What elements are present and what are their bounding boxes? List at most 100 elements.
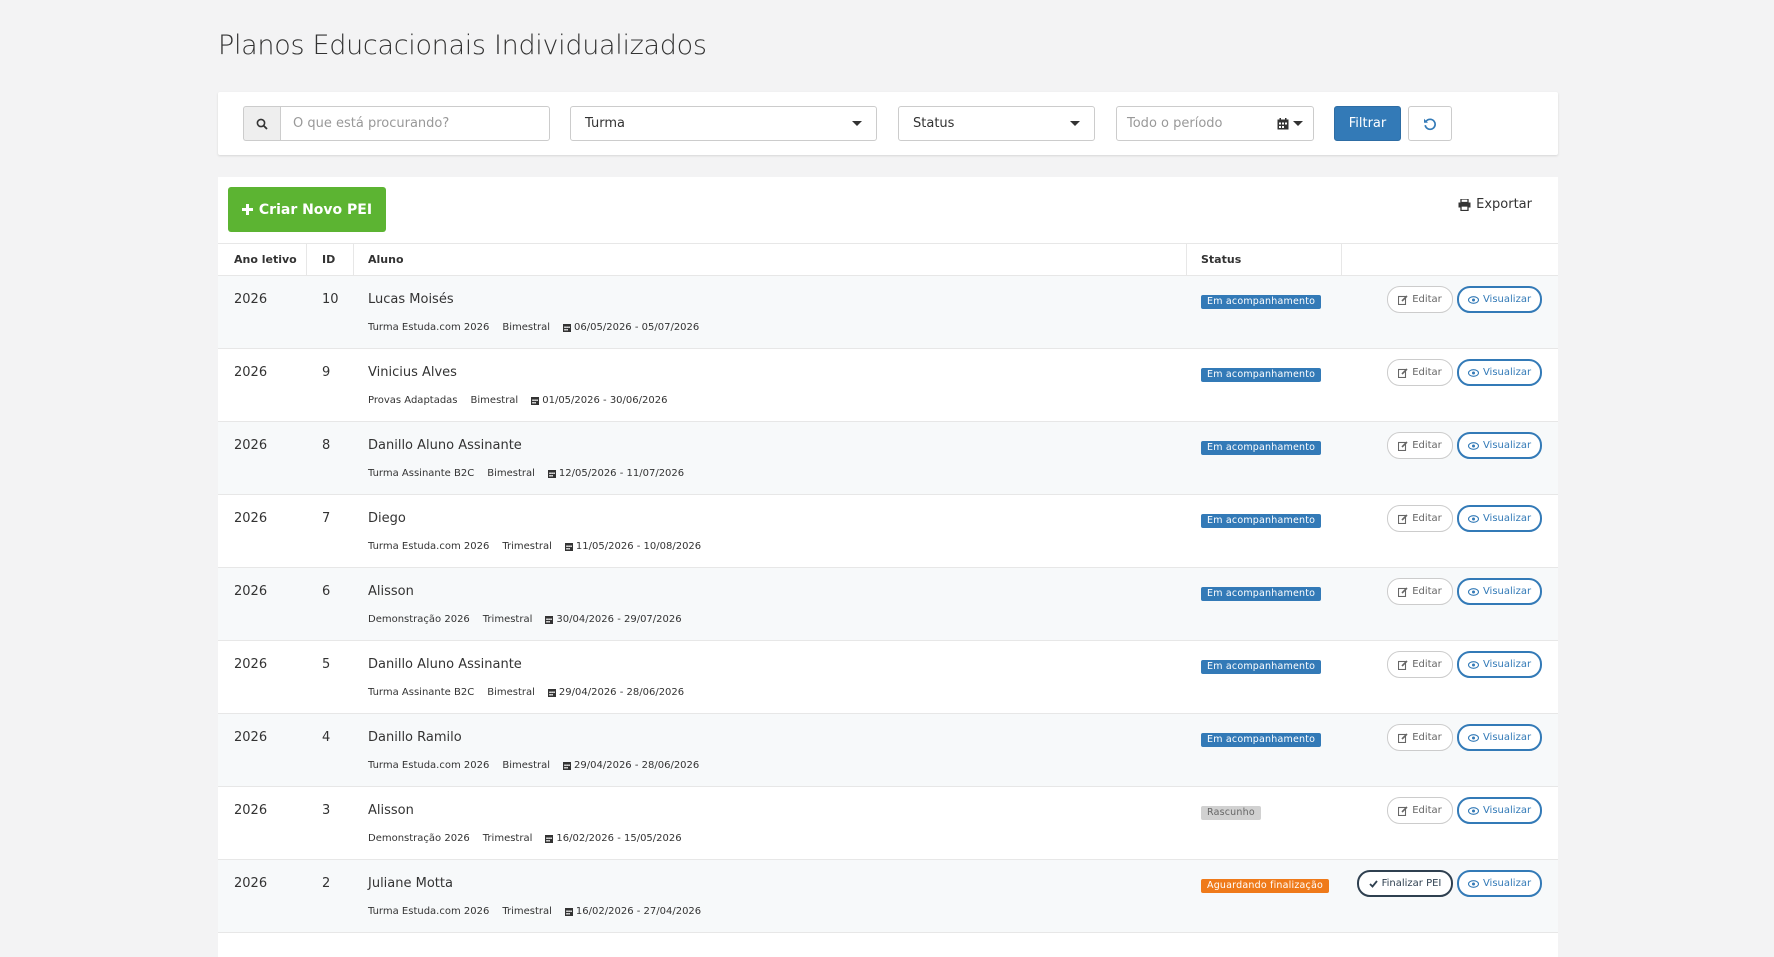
row-date-range: 12/05/2026 - 11/07/2026 <box>558 468 685 479</box>
row-actions: Editar Visualizar <box>1387 578 1542 605</box>
row-id: 9 <box>322 365 331 380</box>
view-label: Visualizar <box>1482 513 1532 524</box>
student-name: Danillo Aluno Assinante <box>368 657 522 672</box>
status-select[interactable]: Status <box>898 106 1095 141</box>
row-turma: Demonstração 2026 <box>368 614 470 625</box>
row-year: 2026 <box>234 584 268 599</box>
calendar-icon <box>545 616 554 624</box>
status-badge: Em acompanhamento <box>1201 660 1322 674</box>
eye-icon <box>1467 806 1479 815</box>
row-year: 2026 <box>234 438 268 453</box>
row-details: Demonstração 2026 Trimestral 16/02/2026 … <box>368 833 682 844</box>
filter-button[interactable]: Filtrar <box>1334 106 1401 141</box>
reset-icon <box>1424 118 1436 130</box>
row-year: 2026 <box>234 730 268 745</box>
row-id: 6 <box>322 584 331 599</box>
view-button[interactable]: Visualizar <box>1457 505 1542 532</box>
view-button[interactable]: Visualizar <box>1457 359 1542 386</box>
edit-button[interactable]: Editar <box>1387 432 1453 459</box>
status-badge: Em acompanhamento <box>1201 295 1322 309</box>
view-button[interactable]: Visualizar <box>1457 870 1542 897</box>
calendar-icon <box>547 470 556 478</box>
eye-icon <box>1467 441 1479 450</box>
chevron-down-icon <box>1293 121 1303 126</box>
pei-list-panel: Criar Novo PEI Exportar Ano letivo ID Al… <box>218 177 1558 957</box>
row-actions: Editar Visualizar <box>1387 505 1542 532</box>
filter-bar: Turma Status Todo o período Filtrar <box>218 92 1558 155</box>
status-badge: Em acompanhamento <box>1201 733 1322 747</box>
row-date-range: 16/02/2026 - 15/05/2026 <box>556 833 682 844</box>
table-row: 2026 6 Alisson Demonstração 2026 Trimest… <box>218 568 1558 641</box>
edit-icon <box>1398 513 1408 524</box>
table-row: 2026 4 Danillo Ramilo Turma Estuda.com 2… <box>218 714 1558 787</box>
row-year: 2026 <box>234 292 268 307</box>
row-details: Turma Estuda.com 2026 Bimestral 29/04/20… <box>368 760 699 771</box>
printer-icon <box>1458 198 1471 211</box>
row-details: Turma Estuda.com 2026 Trimestral 16/02/2… <box>368 906 701 917</box>
view-button[interactable]: Visualizar <box>1457 432 1542 459</box>
header-divider <box>1341 244 1342 276</box>
row-date-range: 11/05/2026 - 10/08/2026 <box>575 541 702 552</box>
row-details: Turma Estuda.com 2026 Bimestral 06/05/20… <box>368 322 699 333</box>
search-group <box>243 106 550 141</box>
row-dates: 16/02/2026 - 15/05/2026 <box>545 833 682 844</box>
view-label: Visualizar <box>1482 367 1532 378</box>
row-period: Bimestral <box>502 322 551 333</box>
check-icon <box>1368 879 1378 888</box>
row-turma: Turma Assinante B2C <box>368 468 475 479</box>
row-details: Demonstração 2026 Trimestral 30/04/2026 … <box>368 614 682 625</box>
eye-icon <box>1467 514 1479 523</box>
header-divider <box>1186 244 1187 276</box>
student-name: Juliane Motta <box>368 876 453 891</box>
period-picker[interactable]: Todo o período <box>1116 106 1314 141</box>
reset-button[interactable] <box>1408 106 1452 141</box>
edit-label: Editar <box>1412 732 1442 743</box>
edit-label: Editar <box>1412 367 1442 378</box>
edit-button[interactable]: Editar <box>1387 724 1453 751</box>
view-button[interactable]: Visualizar <box>1457 651 1542 678</box>
view-button[interactable]: Visualizar <box>1457 797 1542 824</box>
row-dates: 01/05/2026 - 30/06/2026 <box>531 395 667 406</box>
page-title: Planos Educacionais Individualizados <box>218 30 707 61</box>
edit-label: Editar <box>1412 513 1442 524</box>
create-pei-button[interactable]: Criar Novo PEI <box>228 187 386 232</box>
row-id: 10 <box>322 292 339 307</box>
edit-icon <box>1398 805 1408 816</box>
edit-button[interactable]: Editar <box>1387 359 1453 386</box>
chevron-down-icon <box>1070 121 1080 126</box>
row-date-range: 01/05/2026 - 30/06/2026 <box>542 395 668 406</box>
row-id: 5 <box>322 657 331 672</box>
edit-button[interactable]: Editar <box>1387 505 1453 532</box>
row-actions: Editar Visualizar <box>1387 651 1542 678</box>
edit-button[interactable]: Editar <box>1387 286 1453 313</box>
calendar-icon <box>564 543 573 551</box>
row-actions: Editar Visualizar <box>1387 286 1542 313</box>
view-button[interactable]: Visualizar <box>1457 286 1542 313</box>
row-details: Turma Assinante B2C Bimestral 29/04/2026… <box>368 687 684 698</box>
finalize-pei-button[interactable]: Finalizar PEI <box>1357 870 1453 897</box>
student-name: Vinicius Alves <box>368 365 457 380</box>
view-button[interactable]: Visualizar <box>1457 724 1542 751</box>
edit-button[interactable]: Editar <box>1387 578 1453 605</box>
create-pei-label: Criar Novo PEI <box>258 201 373 218</box>
row-year: 2026 <box>234 365 268 380</box>
table-row: 2026 8 Danillo Aluno Assinante Turma Ass… <box>218 422 1558 495</box>
row-id: 3 <box>322 803 331 818</box>
eye-icon <box>1467 295 1479 304</box>
row-dates: 29/04/2026 - 28/06/2026 <box>563 760 699 771</box>
view-label: Visualizar <box>1482 586 1532 597</box>
edit-label: Editar <box>1412 440 1442 451</box>
edit-icon <box>1398 294 1408 305</box>
view-label: Visualizar <box>1482 732 1532 743</box>
export-link[interactable]: Exportar <box>1458 197 1532 212</box>
edit-button[interactable]: Editar <box>1387 797 1453 824</box>
search-input[interactable] <box>280 106 550 141</box>
view-label: Visualizar <box>1482 440 1532 451</box>
row-id: 8 <box>322 438 331 453</box>
edit-button[interactable]: Editar <box>1387 651 1453 678</box>
calendar-icon <box>547 689 556 697</box>
header-divider <box>306 244 307 276</box>
calendar-icon <box>563 324 572 332</box>
view-button[interactable]: Visualizar <box>1457 578 1542 605</box>
turma-select[interactable]: Turma <box>570 106 877 141</box>
